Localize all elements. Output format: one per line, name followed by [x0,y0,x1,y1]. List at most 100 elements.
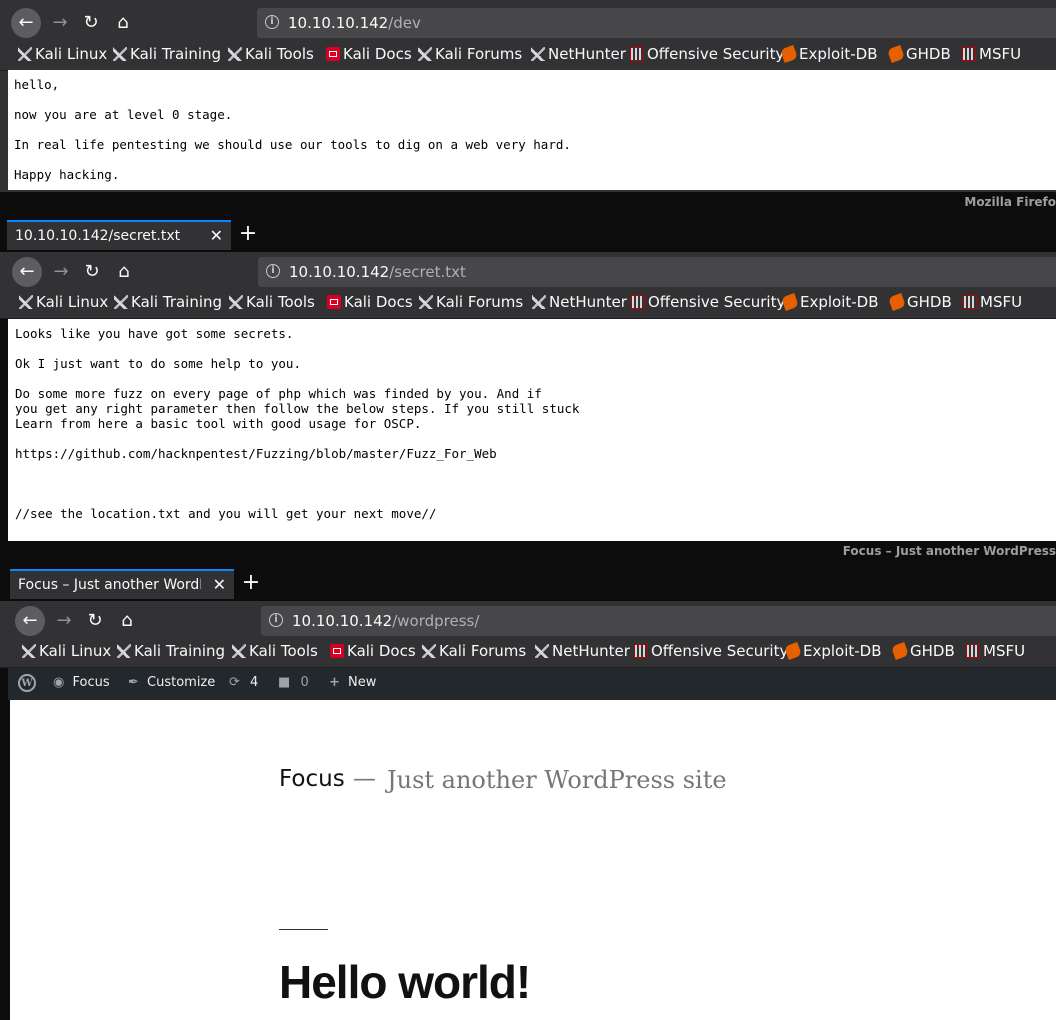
back-button[interactable]: ← [12,257,42,287]
bookmark-item[interactable]: Kali Docs [326,45,412,65]
back-button[interactable]: ← [15,606,45,636]
wp-page: Focus — Just another WordPress site Hell… [10,700,1056,1020]
url-text: 10.10.10.142/dev [288,14,421,32]
text-line: https://github.com/hacknpentest/Fuzzing/… [15,446,497,461]
bookmark-item[interactable]: Kali Training [117,642,225,662]
bookmark-label: NetHunter [548,45,626,63]
admin-updates-count: 4 [250,675,259,690]
kali-dragon-icon [228,47,242,61]
bookmark-item[interactable]: MSFU [962,45,1021,65]
url-path: /secret.txt [389,263,466,281]
close-tab-icon[interactable]: ✕ [213,575,226,594]
bookmark-item[interactable]: Kali Training [114,293,222,313]
kali-dragon-icon [113,47,127,61]
new-tab-button[interactable]: + [236,569,266,599]
bookmark-label: Offensive Security [651,642,789,660]
bookmark-item[interactable]: Kali Docs [330,642,416,662]
bookmark-item[interactable]: Kali Linux [19,293,108,313]
kali-dragon-icon [535,644,549,658]
post-title[interactable]: Hello world! [279,955,531,1009]
bookmark-item[interactable]: Kali Tools [228,45,314,65]
offensive-security-icon [963,295,977,309]
bookmark-label: Kali Docs [344,293,413,311]
bookmark-item[interactable]: Offensive Security [631,293,785,313]
exploit-db-icon [784,642,802,660]
admin-new-label: New [348,675,377,690]
reload-button[interactable]: ↻ [76,8,106,38]
bookmark-label: NetHunter [552,642,630,660]
wordpress-logo-icon[interactable]: W [18,674,36,692]
address-bar[interactable]: i 10.10.10.142/secret.txt [258,257,1056,287]
url-text: 10.10.10.142/wordpress/ [292,612,479,630]
bookmarks-toolbar: Kali Linux Kali Training Kali Tools Kali Do… [0,288,1056,319]
bookmark-item[interactable]: Kali Training [113,45,221,65]
bookmark-item[interactable]: GHDB [887,45,951,65]
admin-site-link[interactable]: ◉ Focus [53,675,110,690]
text-line: Do some more fuzz on every page of php w… [15,386,542,401]
admin-updates-link[interactable]: ⟳ 4 [229,675,258,690]
bookmark-item[interactable]: Kali Forums [422,642,526,662]
updates-icon: ⟳ [229,675,240,690]
admin-customize-link[interactable]: ✒ Customize [128,675,215,690]
kali-docs-icon [326,47,340,61]
bookmark-item[interactable]: Exploit-DB [780,45,878,65]
address-bar[interactable]: i 10.10.10.142/dev [257,8,1056,38]
page-content: hello, now you are at level 0 stage. In re… [8,70,1056,190]
bookmark-item[interactable]: Exploit-DB [781,293,879,313]
bookmark-label: GHDB [906,45,951,63]
page-info-icon[interactable]: i [266,264,280,278]
kali-docs-icon [330,644,344,658]
bookmark-item[interactable]: NetHunter [535,642,630,662]
bookmark-label: Kali Docs [347,642,416,660]
back-button[interactable]: ← [11,8,41,38]
dashboard-gauge-icon: ◉ [53,675,65,690]
bookmark-item[interactable]: Kali Docs [327,293,413,313]
offensive-security-icon [962,47,976,61]
bookmark-item[interactable]: Exploit-DB [784,642,882,662]
bookmark-item[interactable]: MSFU [966,642,1025,662]
page-info-icon[interactable]: i [265,15,279,29]
bookmark-item[interactable]: MSFU [963,293,1022,313]
browser-window-dev: ← → ↻ ⌂ i 10.10.10.142/dev Kali Linux Kal… [0,0,1056,192]
bookmark-item[interactable]: Offensive Security [630,45,784,65]
reload-button[interactable]: ↻ [77,257,107,287]
home-button[interactable]: ⌂ [108,8,138,38]
home-icon: ⌂ [117,12,129,33]
bookmark-item[interactable]: Offensive Security [634,642,788,662]
bookmark-label: Exploit-DB [800,293,879,311]
forward-button[interactable]: → [49,606,79,636]
bookmark-item[interactable]: Kali Tools [229,293,315,313]
address-bar[interactable]: i 10.10.10.142/wordpress/ [261,606,1056,636]
bookmark-label: MSFU [983,642,1026,660]
bookmark-item[interactable]: Kali Tools [232,642,318,662]
url-host: 10.10.10.142 [288,14,389,32]
bookmark-item[interactable]: Kali Linux [18,45,107,65]
admin-customize-label: Customize [147,675,216,690]
site-title[interactable]: Focus [279,766,345,792]
bookmark-item[interactable]: GHDB [891,642,955,662]
bookmark-label: Kali Linux [39,642,112,660]
bookmark-item[interactable]: Kali Linux [22,642,111,662]
tab-wordpress[interactable]: Focus – Just another WordP ✕ [10,569,234,599]
page-info-icon[interactable]: i [269,613,283,627]
forward-button[interactable]: → [45,8,75,38]
bookmark-item[interactable]: NetHunter [531,45,626,65]
bookmark-item[interactable]: NetHunter [532,293,627,313]
home-button[interactable]: ⌂ [109,257,139,287]
admin-new-link[interactable]: + New [329,675,376,690]
new-tab-button[interactable]: + [233,220,263,250]
close-tab-icon[interactable]: ✕ [210,226,223,245]
bookmark-item[interactable]: GHDB [888,293,952,313]
bookmark-item[interactable]: Kali Forums [419,293,523,313]
tab-secret[interactable]: 10.10.10.142/secret.txt ✕ [7,220,231,250]
offensive-security-icon [630,47,644,61]
url-text: 10.10.10.142/secret.txt [289,263,466,281]
nav-toolbar: ← → ↻ ⌂ i 10.10.10.142/wordpress/ [0,601,1056,641]
bookmark-item[interactable]: Kali Forums [418,45,522,65]
text-line [15,491,579,506]
reload-button[interactable]: ↻ [80,606,110,636]
home-button[interactable]: ⌂ [112,606,142,636]
admin-comments-link[interactable]: ■ 0 [278,675,309,690]
kali-dragon-icon [232,644,246,658]
forward-button[interactable]: → [46,257,76,287]
